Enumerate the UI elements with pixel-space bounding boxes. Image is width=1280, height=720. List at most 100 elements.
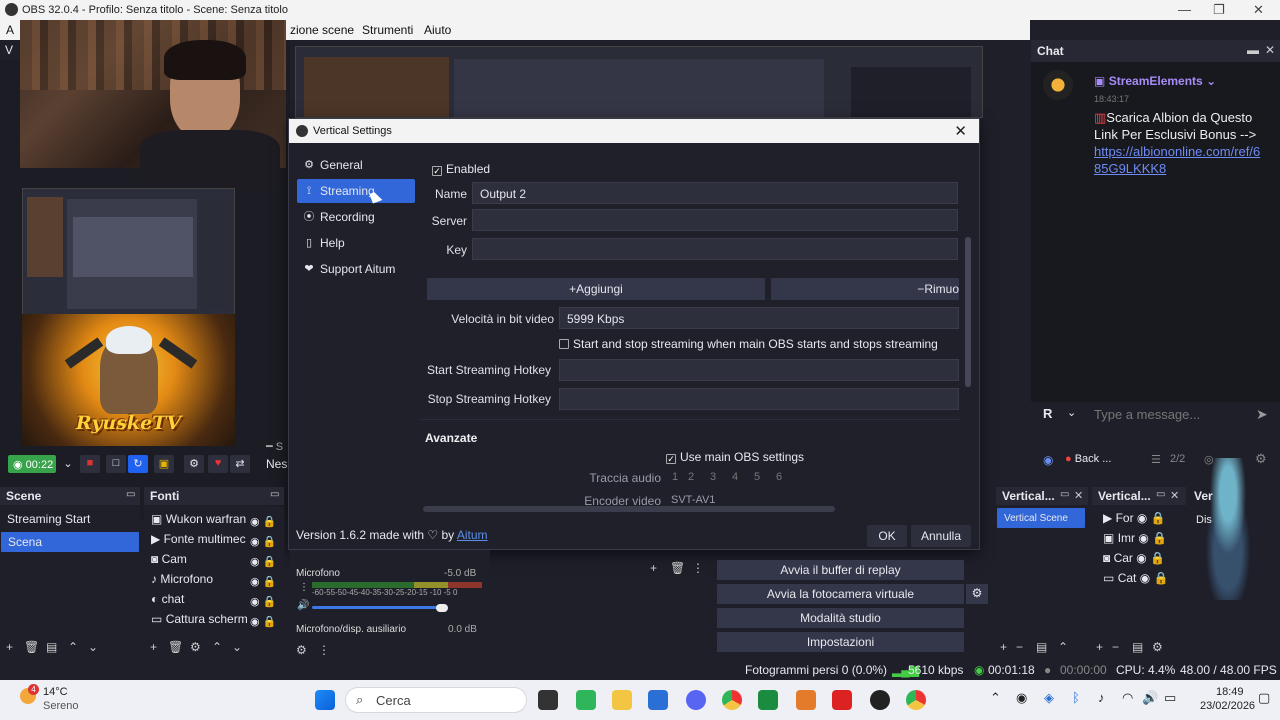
- track-6[interactable]: 6: [771, 471, 787, 483]
- eye-icon[interactable]: ◉: [1140, 571, 1150, 585]
- chrome-icon[interactable]: [722, 690, 742, 710]
- studio-mode-button[interactable]: Modalità studio: [717, 608, 964, 628]
- aitum-link[interactable]: Aitum: [457, 528, 488, 542]
- battery-icon[interactable]: ▭: [1164, 690, 1176, 706]
- nav-item-streaming[interactable]: ⟟ Streaming: [297, 179, 415, 203]
- trash-icon[interactable]: 🗑: [24, 640, 39, 654]
- file-explorer-icon[interactable]: [612, 690, 632, 710]
- source-item[interactable]: ♪ Microfono: [144, 569, 248, 589]
- content-scrollbar[interactable]: [965, 237, 971, 387]
- source-item[interactable]: ▣ Wukon warfran: [144, 509, 248, 529]
- chat-link[interactable]: https://albiononline.com/ref/685G9LKKK8: [1094, 143, 1264, 177]
- nav-item-general[interactable]: ⚙ General: [297, 153, 415, 177]
- add-icon[interactable]: +: [6, 640, 13, 654]
- eye-icon[interactable]: ◉ 🔒: [250, 612, 276, 632]
- menu-item-fragment[interactable]: A: [6, 23, 14, 37]
- volume-slider[interactable]: [312, 606, 440, 609]
- move-up-icon[interactable]: ⌃: [212, 640, 222, 654]
- add-output-button[interactable]: +Aggiungi: [427, 278, 765, 300]
- chrome-icon[interactable]: [906, 690, 926, 710]
- name-field[interactable]: Output 2: [472, 182, 958, 204]
- excel-icon[interactable]: [758, 690, 778, 710]
- source-item[interactable]: ◐ chat: [144, 589, 248, 609]
- scene-item[interactable]: Streaming Start: [0, 509, 140, 529]
- autostart-checkbox[interactable]: Start and stop streaming when main OBS s…: [559, 337, 938, 351]
- cancel-button[interactable]: Annulla: [911, 525, 971, 547]
- trash-icon[interactable]: 🗑: [670, 561, 685, 575]
- vertical-source-item[interactable]: ▭ Cat ◉ 🔒: [1096, 568, 1184, 588]
- taskbar-search[interactable]: ⌕ Cerca: [345, 687, 527, 713]
- scene-item-selected[interactable]: Scena: [1, 532, 139, 552]
- nav-item-support[interactable]: ❤ Support Aitum: [297, 257, 415, 281]
- notifications-icon[interactable]: ▢: [1258, 690, 1270, 706]
- settings-gear-icon[interactable]: ⚙: [190, 640, 201, 654]
- settings-gear-icon[interactable]: ⚙: [296, 643, 307, 657]
- lock-icon[interactable]: 🔒: [263, 556, 277, 568]
- move-down-icon[interactable]: ⌄: [232, 640, 242, 654]
- eye-icon[interactable]: ◉ 🔒: [250, 512, 276, 532]
- virtual-camera-button[interactable]: Avvia la fotocamera virtuale: [717, 584, 964, 604]
- track-3[interactable]: 3: [705, 471, 721, 483]
- add-icon[interactable]: +: [150, 640, 157, 654]
- vertical-source-item[interactable]: ◙ Car ◉ 🔒: [1096, 548, 1184, 568]
- close-icon[interactable]: ✕: [1265, 43, 1275, 57]
- start-hotkey-field[interactable]: [559, 359, 959, 381]
- menu-item-tools[interactable]: Strumenti: [362, 23, 413, 37]
- eye-icon[interactable]: ◉ 🔒: [250, 592, 276, 612]
- enabled-checkbox[interactable]: ✓ Enabled: [432, 162, 490, 176]
- remove-icon[interactable]: −: [1112, 640, 1119, 654]
- float-icon[interactable]: ▬: [1247, 43, 1259, 57]
- lock-icon[interactable]: 🔒: [263, 616, 277, 628]
- lock-icon[interactable]: 🔒: [1154, 571, 1169, 585]
- kebab-menu-icon[interactable]: ⋮: [299, 582, 309, 593]
- lock-icon[interactable]: 🔒: [263, 536, 277, 548]
- close-icon[interactable]: ✕: [1074, 489, 1083, 502]
- volume-icon[interactable]: 🔊: [1142, 690, 1158, 706]
- pdf-icon[interactable]: [832, 690, 852, 710]
- send-icon[interactable]: ➤: [1256, 406, 1268, 423]
- kebab-menu-icon[interactable]: ⋮: [318, 643, 330, 657]
- stop-icon[interactable]: ■: [80, 455, 100, 473]
- add-icon[interactable]: +: [650, 561, 657, 575]
- virtual-cam-icon[interactable]: ▣: [154, 455, 174, 473]
- lock-icon[interactable]: 🔒: [263, 596, 277, 608]
- vertical-source-item[interactable]: ▣ Imr ◉ 🔒: [1096, 528, 1184, 548]
- chevron-down-icon[interactable]: ⌄: [1067, 406, 1076, 419]
- nav-item-recording[interactable]: ⦿ Recording: [297, 205, 415, 229]
- chevron-down-icon[interactable]: ⌄: [58, 455, 78, 473]
- track-4[interactable]: 4: [727, 471, 743, 483]
- speaker-icon[interactable]: 🔊: [297, 600, 309, 611]
- menu-item-scene-collection[interactable]: zione scene: [290, 23, 354, 37]
- app-icon[interactable]: [796, 690, 816, 710]
- encoder-value[interactable]: SVT-AV1: [671, 494, 715, 505]
- store-play-icon[interactable]: [576, 690, 596, 710]
- source-item[interactable]: ▭ Cattura scherm: [144, 609, 248, 629]
- eye-icon[interactable]: ◉ 🔒: [250, 532, 276, 552]
- nav-item-help[interactable]: ▯ Help: [297, 231, 415, 255]
- lock-icon[interactable]: 🔒: [263, 576, 277, 588]
- vertical-scene-item-selected[interactable]: Vertical Scene: [997, 508, 1085, 528]
- move-up-icon[interactable]: ⌃: [1058, 640, 1068, 654]
- discord-icon[interactable]: [686, 690, 706, 710]
- obs-taskbar-icon[interactable]: [870, 690, 890, 710]
- microphone-icon[interactable]: ♪: [1098, 690, 1105, 705]
- source-item[interactable]: ◙ Cam: [144, 549, 248, 569]
- dialog-close-icon[interactable]: ✕: [954, 122, 967, 140]
- stop-hotkey-field[interactable]: [559, 388, 959, 410]
- eye-icon[interactable]: ◉ 🔒: [250, 572, 276, 592]
- source-item[interactable]: ▶ Fonte multimec: [144, 529, 248, 549]
- chat-author[interactable]: ▣ StreamElements ⌄: [1094, 74, 1216, 88]
- use-main-settings-checkbox[interactable]: ✓ Use main OBS settings: [666, 450, 804, 464]
- vertical-source-item[interactable]: ▶ For ◉ 🔒: [1096, 508, 1184, 528]
- float-icon[interactable]: ▭: [1156, 489, 1165, 500]
- maximize-icon[interactable]: ❐: [1213, 2, 1225, 18]
- close-icon[interactable]: ✕: [1253, 2, 1264, 18]
- bluetooth-icon[interactable]: ᛒ: [1072, 690, 1080, 705]
- back-button[interactable]: ● Back ...: [1065, 453, 1111, 465]
- chat-input[interactable]: Type a message...: [1094, 407, 1200, 422]
- pause-icon[interactable]: □: [106, 455, 126, 473]
- volume-slider-knob[interactable]: [436, 604, 448, 612]
- key-field[interactable]: [472, 238, 958, 260]
- kebab-menu-icon[interactable]: ⋮: [692, 561, 704, 575]
- float-icon[interactable]: ▭: [1060, 489, 1069, 500]
